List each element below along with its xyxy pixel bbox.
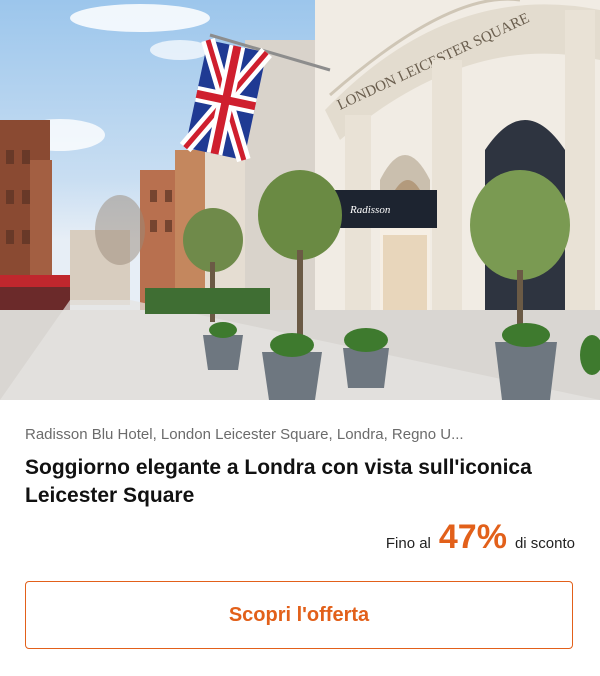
hotel-location: Radisson Blu Hotel, London Leicester Squ… [25, 426, 464, 443]
discount-value: 47% [438, 518, 507, 556]
offer-card[interactable]: LONDON LEICESTER SQUARE Radisson [0, 0, 600, 676]
discover-offer-button[interactable]: Scopri l'offerta [25, 581, 573, 649]
discount-badge: Fino al 47% di sconto [386, 520, 575, 554]
discount-prefix: Fino al [385, 535, 431, 552]
canopy-sign: Radisson [349, 204, 391, 216]
offer-title[interactable]: Soggiorno elegante a Londra con vista su… [25, 454, 575, 510]
hotel-photo[interactable]: LONDON LEICESTER SQUARE Radisson [0, 0, 600, 400]
discount-suffix: di sconto [514, 535, 575, 552]
hotel-photo-illustration: LONDON LEICESTER SQUARE Radisson [0, 0, 600, 400]
